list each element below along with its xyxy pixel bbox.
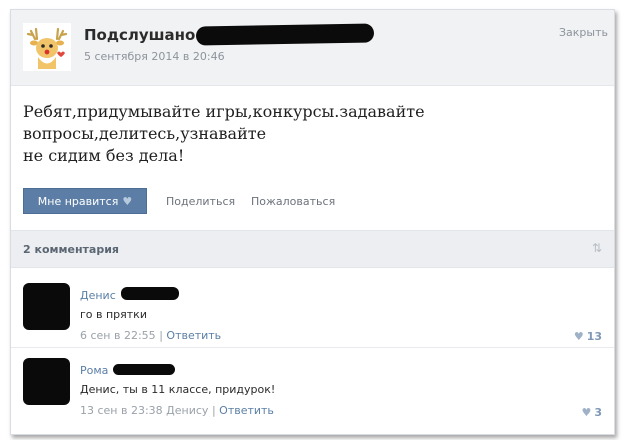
group-name[interactable]: Подслушано: [84, 26, 195, 44]
avatar[interactable]: [23, 283, 70, 330]
meta-separator: |: [211, 404, 216, 417]
post-card: Подслушано 5 сентября 2014 в 20:46 Закры…: [10, 9, 615, 435]
comment-text: го в прятки: [80, 308, 147, 321]
report-link[interactable]: Пожаловаться: [251, 195, 335, 208]
comments-header: 2 комментария ⇅: [11, 230, 614, 268]
sort-arrows-icon[interactable]: ⇅: [592, 241, 602, 255]
post-header: Подслушано 5 сентября 2014 в 20:46 Закры…: [11, 10, 614, 86]
comment-date[interactable]: 6 сен в 22:55: [80, 329, 156, 342]
comment-like-count: 3: [594, 406, 602, 419]
close-link[interactable]: Закрыть: [559, 26, 608, 39]
post-text-line: не сидим без дела!: [23, 146, 185, 165]
deer-mascot-icon: [26, 27, 68, 69]
redacted-group-name: [195, 23, 375, 46]
post-date[interactable]: 5 сентября 2014 в 20:46: [84, 50, 225, 63]
heart-icon: ♥: [573, 330, 584, 343]
reply-link[interactable]: Ответить: [166, 329, 221, 342]
post-text-line: вопросы,делитесь,узнавайте: [23, 124, 267, 143]
comment-like-button[interactable]: ♥ 13: [574, 330, 602, 343]
heart-icon: ♥: [581, 406, 592, 419]
post-text-line: Ребят,придумывайте игры,конкурсы.задавай…: [23, 102, 425, 121]
like-button[interactable]: Мне нравится ♥: [23, 188, 147, 214]
post-text: Ребят,придумывайте игры,конкурсы.задавай…: [23, 101, 425, 167]
comment-meta: 13 сен в 23:38 Денису | Ответить: [80, 404, 274, 417]
reply-link[interactable]: Ответить: [219, 404, 274, 417]
comment-date[interactable]: 13 сен в 23:38 Денису: [80, 404, 208, 417]
redacted-author-surname: [121, 287, 179, 300]
comment-author[interactable]: Денис: [80, 289, 116, 302]
comment: Денис го в прятки 6 сен в 22:55 | Ответи…: [11, 268, 614, 348]
comment-like-button[interactable]: ♥ 3: [581, 406, 602, 419]
group-avatar[interactable]: [23, 23, 71, 71]
comment-text: Денис, ты в 11 классе, придурок!: [80, 383, 276, 396]
heart-icon: ♥: [122, 194, 133, 208]
redacted-author-surname: [113, 364, 175, 375]
comment-author[interactable]: Рома: [80, 364, 108, 377]
comment: Рома Денис, ты в 11 классе, придурок! 13…: [11, 348, 614, 434]
comment-like-count: 13: [586, 330, 602, 343]
share-link[interactable]: Поделиться: [166, 195, 235, 208]
like-button-label: Мне нравится: [37, 194, 119, 208]
avatar[interactable]: [23, 358, 70, 405]
comment-meta: 6 сен в 22:55 | Ответить: [80, 329, 221, 342]
comments-count[interactable]: 2 комментария: [23, 243, 119, 256]
meta-separator: |: [159, 329, 163, 342]
